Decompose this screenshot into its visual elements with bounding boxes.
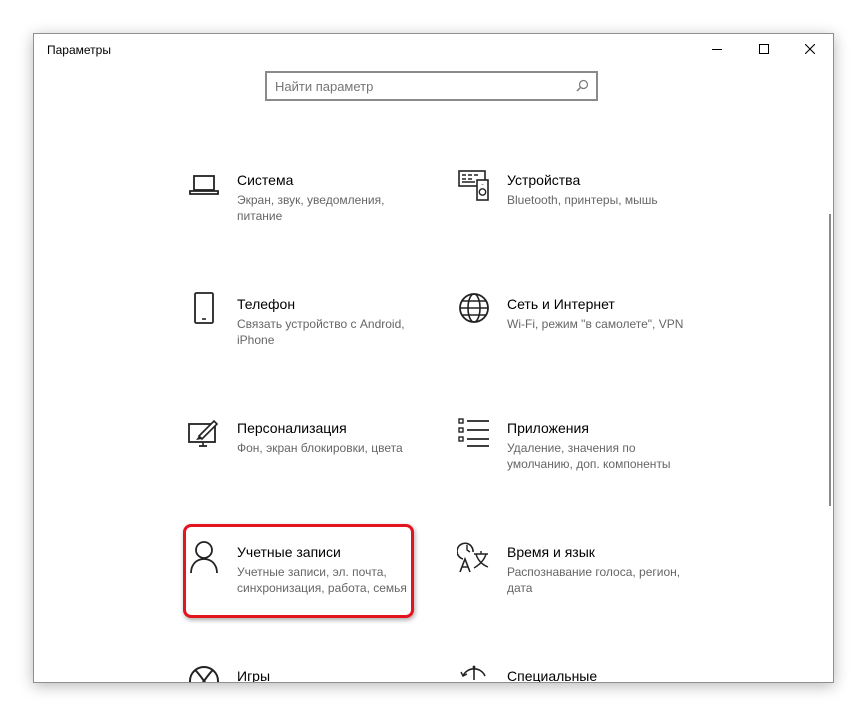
tile-accessibility[interactable]: Специальные xyxy=(457,664,707,683)
xbox-icon xyxy=(189,666,219,682)
title-bar: Параметры xyxy=(34,34,833,65)
tile-devices[interactable]: Устройства Bluetooth, принтеры, мышь xyxy=(457,168,707,246)
apps-list-icon xyxy=(458,418,489,447)
window-title: Параметры xyxy=(47,43,111,57)
tile-title: Специальные xyxy=(507,668,598,683)
time-language-icon xyxy=(457,542,489,573)
tile-title: Игры xyxy=(237,668,271,683)
tile-title: Система xyxy=(237,172,294,188)
minimize-button[interactable] xyxy=(694,34,740,65)
minimize-icon xyxy=(712,49,722,50)
tile-title: Время и язык xyxy=(507,544,595,560)
tile-title: Устройства xyxy=(507,172,581,188)
personalization-icon xyxy=(188,419,219,447)
tile-description: Удаление, значения по умолчанию, доп. ко… xyxy=(507,441,671,471)
search-box[interactable] xyxy=(265,71,598,101)
tile-title: Приложения xyxy=(507,420,589,436)
phone-icon xyxy=(194,292,214,324)
devices-icon xyxy=(458,170,489,201)
tile-apps[interactable]: Приложения Удаление, значения по умолчан… xyxy=(457,416,707,494)
tile-description: Связать устройство с Android, iPhone xyxy=(237,317,405,347)
tile-title: Сеть и Интернет xyxy=(507,296,615,312)
maximize-button[interactable] xyxy=(741,34,787,65)
close-icon xyxy=(805,44,815,54)
tile-time-language[interactable]: Время и язык Распознавание голоса, регио… xyxy=(457,540,707,618)
tile-gaming[interactable]: Игры xyxy=(187,664,437,683)
tile-description: Wi-Fi, режим "в самолете", VPN xyxy=(507,317,684,331)
accessibility-icon xyxy=(460,665,486,680)
tile-network[interactable]: Сеть и Интернет Wi-Fi, режим "в самолете… xyxy=(457,292,707,370)
tile-title: Телефон xyxy=(237,296,296,312)
close-button[interactable] xyxy=(787,34,833,65)
search-input[interactable] xyxy=(275,78,565,95)
tile-system[interactable]: Система Экран, звук, уведомления, питани… xyxy=(187,168,437,246)
tile-description: Экран, звук, уведомления, питание xyxy=(237,193,385,223)
globe-icon xyxy=(459,293,489,323)
tile-description: Распознавание голоса, регион, дата xyxy=(507,565,681,595)
tile-personalization[interactable]: Персонализация Фон, экран блокировки, цв… xyxy=(187,416,437,494)
accounts-highlight-frame xyxy=(183,524,414,618)
scrollbar[interactable] xyxy=(829,214,831,506)
laptop-icon xyxy=(189,175,219,195)
maximize-icon xyxy=(759,44,769,54)
tile-description: Фон, экран блокировки, цвета xyxy=(237,441,403,455)
settings-window: Параметры Система Экран, звук, уведомлен… xyxy=(33,33,834,683)
search-icon xyxy=(576,79,589,92)
tile-description: Bluetooth, принтеры, мышь xyxy=(507,193,658,207)
tile-title: Персонализация xyxy=(237,420,347,436)
tile-phone[interactable]: Телефон Связать устройство с Android, iP… xyxy=(187,292,437,370)
